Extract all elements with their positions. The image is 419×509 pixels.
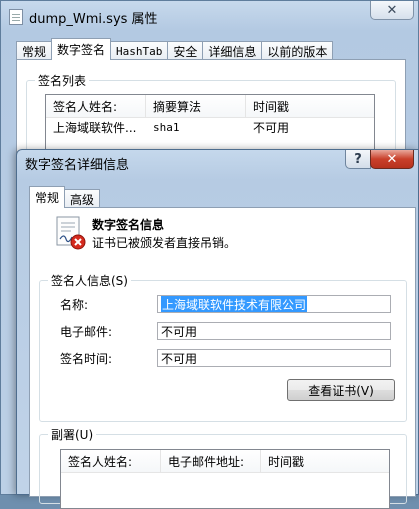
file-icon: [9, 9, 23, 25]
signature-list[interactable]: 签名人姓名: 摘要算法 时间戳 上海域联软件... sha1 不可用: [45, 94, 375, 154]
column-digest-algorithm[interactable]: 摘要算法: [146, 95, 246, 117]
view-certificate-button[interactable]: 查看证书(V): [287, 379, 395, 401]
revoked-certificate-icon: [56, 216, 86, 250]
signature-info-title: 数字签名信息: [92, 218, 165, 232]
column-timestamp[interactable]: 时间戳: [246, 95, 374, 117]
tab-dialog-general[interactable]: 常规: [29, 186, 66, 208]
column-signer-name[interactable]: 签名人姓名:: [46, 95, 146, 117]
table-row[interactable]: 上海域联软件... sha1 不可用: [46, 118, 374, 137]
dialog-tab-strip: 常规 高级: [29, 186, 101, 208]
countersignatures-label: 副署(U): [48, 426, 97, 443]
signer-name-label: 名称:: [60, 298, 89, 312]
help-button[interactable]: ?: [345, 150, 371, 169]
properties-title-bar: dump_Wmi.sys 属性: [9, 7, 158, 27]
countersignatures-list-header: 签名人姓名: 电子邮件地址: 时间戳: [61, 450, 389, 473]
signing-time-field[interactable]: 不可用: [157, 349, 391, 367]
properties-title: dump_Wmi.sys 属性: [29, 11, 158, 27]
countersignatures-list[interactable]: 签名人姓名: 电子邮件地址: 时间戳: [60, 449, 390, 509]
signing-time-label: 签名时间:: [60, 352, 113, 366]
row-digest: sha1: [153, 121, 180, 134]
signer-email-label: 电子邮件:: [60, 325, 113, 339]
signature-status-text: 证书已被颁发者直接吊销。: [92, 236, 237, 250]
tab-hashtab[interactable]: HashTab: [110, 41, 169, 60]
tab-dialog-advanced[interactable]: 高级: [64, 189, 101, 208]
column-counter-signer-name[interactable]: 签名人姓名:: [61, 450, 161, 472]
signer-name-value: 上海域联软件技术有限公司: [161, 296, 308, 312]
properties-close-button[interactable]: ✕: [370, 1, 414, 20]
column-counter-email[interactable]: 电子邮件地址:: [161, 450, 261, 472]
row-signer: 上海域联软件...: [53, 121, 137, 135]
signature-details-dialog: 数字签名详细信息 ? ✕ 常规 高级 数字签名信息 证书已被颁发者直接吊销。 签…: [16, 149, 419, 509]
tab-previous-versions[interactable]: 以前的版本: [261, 41, 334, 60]
signature-list-label: 签名列表: [35, 72, 90, 89]
properties-tab-strip: 常规 数字签名 HashTab 安全 详细信息 以前的版本: [16, 38, 334, 60]
signing-time-value: 不可用: [161, 351, 198, 366]
dialog-title: 数字签名详细信息: [25, 158, 130, 173]
tab-digital-signatures[interactable]: 数字签名: [51, 38, 112, 60]
tab-security[interactable]: 安全: [167, 41, 204, 60]
signer-name-field[interactable]: 上海域联软件技术有限公司: [157, 295, 391, 313]
signer-email-value: 不可用: [161, 324, 198, 339]
dialog-general-panel: 数字签名信息 证书已被颁发者直接吊销。 签名人信息(S) 名称: 上海域联软件技…: [29, 207, 416, 509]
signature-list-header: 签名人姓名: 摘要算法 时间戳: [46, 95, 374, 118]
column-counter-timestamp[interactable]: 时间戳: [261, 450, 389, 472]
tab-general[interactable]: 常规: [16, 41, 53, 60]
tab-details[interactable]: 详细信息: [202, 41, 263, 60]
signer-email-field[interactable]: 不可用: [157, 322, 391, 340]
signer-info-label: 签名人信息(S): [48, 272, 131, 289]
dialog-close-button[interactable]: ✕: [370, 150, 414, 169]
row-timestamp: 不可用: [253, 121, 290, 135]
